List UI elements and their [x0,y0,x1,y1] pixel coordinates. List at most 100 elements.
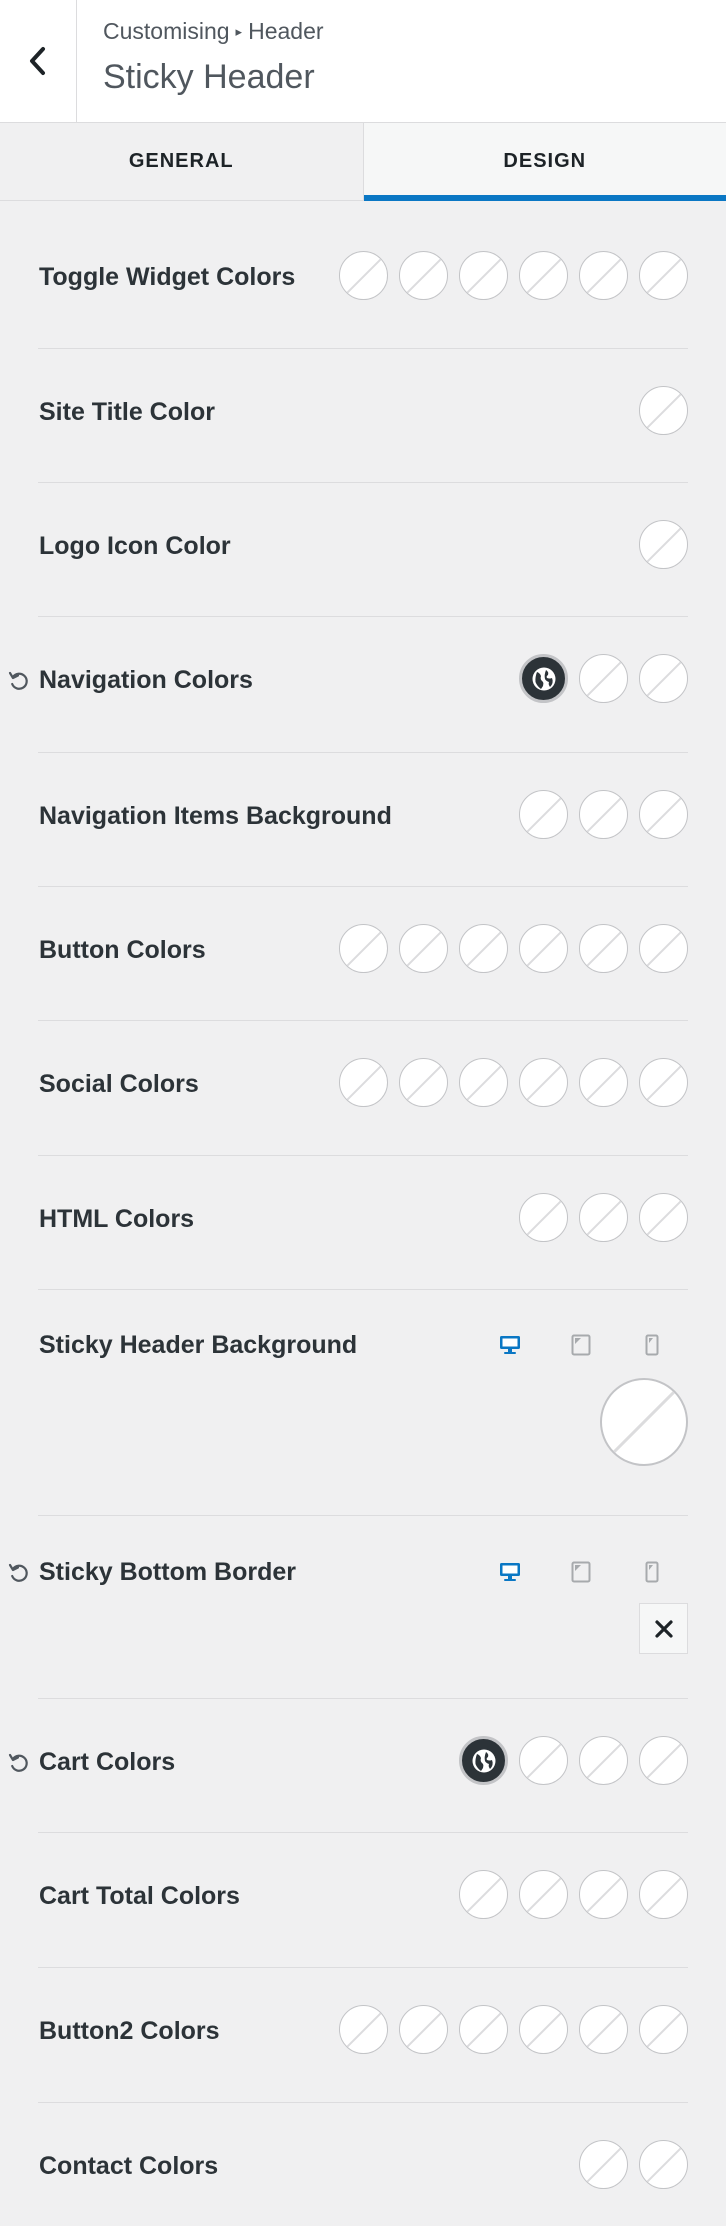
undo-icon [8,1563,28,1582]
color-swatch[interactable] [339,1058,388,1107]
color-swatch[interactable] [459,1058,508,1107]
swatch-group [339,2005,688,2054]
tab-general[interactable]: GENERAL [0,123,364,200]
color-swatch[interactable] [579,654,628,703]
device-switcher [498,1333,664,1357]
undo-icon [8,1753,28,1772]
page-title: Sticky Header [103,58,315,96]
color-swatch[interactable] [459,2005,508,2054]
swatch-group [639,520,688,569]
color-swatch[interactable] [579,251,628,300]
color-swatch[interactable] [579,1193,628,1242]
color-swatch[interactable] [639,386,688,435]
setting-row-contact-colors: Contact Colors [38,2103,688,2226]
color-swatch[interactable] [639,654,688,703]
color-swatch[interactable] [639,1870,688,1919]
breadcrumb-separator: ▸ [235,24,243,39]
swatch-group [639,386,688,435]
desktop-device-button[interactable] [498,1560,522,1584]
setting-label: Button2 Colors [39,2017,220,2045]
color-swatch[interactable] [519,251,568,300]
color-swatch[interactable] [639,520,688,569]
back-button[interactable] [0,0,77,122]
customizer-header: Customising ▸ Header Sticky Header [0,0,726,123]
setting-row-sticky-header-background: Sticky Header Background [38,1290,688,1516]
tablet-icon [571,1561,591,1583]
swatch-group [519,790,688,839]
tablet-device-button[interactable] [569,1560,593,1584]
color-swatch[interactable] [339,924,388,973]
setting-label: HTML Colors [39,1205,195,1233]
color-swatch[interactable] [399,251,448,300]
color-swatch[interactable] [579,790,628,839]
setting-row-logo-icon-color: Logo Icon Color [38,483,688,617]
color-swatch[interactable] [459,924,508,973]
desktop-icon [500,1563,520,1581]
setting-row-sticky-bottom-border: Sticky Bottom Border [8,1516,688,1699]
setting-label: Navigation Colors [39,666,253,694]
swatch-group [519,1193,688,1242]
setting-row-html-colors: HTML Colors [38,1156,688,1290]
setting-row-toggle-widget-colors: Toggle Widget Colors [38,201,688,349]
reset-button[interactable] [8,1562,30,1584]
color-swatch[interactable] [639,924,688,973]
setting-label: Navigation Items Background [39,802,392,830]
color-swatch[interactable] [459,251,508,300]
mobile-device-button[interactable] [640,1560,664,1584]
tab-bar: GENERAL DESIGN [0,123,726,201]
color-swatch[interactable] [639,2140,688,2189]
tablet-device-button[interactable] [569,1333,593,1357]
color-swatch[interactable] [399,2005,448,2054]
reset-button[interactable] [8,670,30,692]
color-swatch[interactable] [339,251,388,300]
desktop-device-button[interactable] [498,1333,522,1357]
setting-row-navigation-items-background: Navigation Items Background [38,753,688,887]
close-icon [654,1619,673,1638]
color-swatch[interactable] [579,1870,628,1919]
swatch-group [339,924,688,973]
swatch-group [579,2140,688,2189]
color-swatch[interactable] [639,790,688,839]
color-swatch[interactable] [639,1193,688,1242]
color-swatch[interactable] [519,790,568,839]
color-swatch[interactable] [639,251,688,300]
swatch-group [459,1736,688,1785]
color-swatch[interactable] [519,1870,568,1919]
setting-row-social-colors: Social Colors [38,1021,688,1156]
setting-label: Button Colors [39,936,206,964]
reset-button[interactable] [8,1752,30,1774]
color-swatch[interactable] [339,2005,388,2054]
color-swatch[interactable] [519,2005,568,2054]
tablet-icon [571,1334,591,1356]
color-swatch[interactable] [579,2140,628,2189]
color-swatch[interactable] [519,1058,568,1107]
color-swatch[interactable] [639,2005,688,2054]
color-swatch[interactable] [519,1736,568,1785]
global-color-swatch[interactable] [519,654,568,703]
desktop-icon [500,1336,520,1354]
setting-row-navigation-colors: Navigation Colors [8,617,688,753]
color-swatch[interactable] [519,924,568,973]
color-swatch[interactable] [579,924,628,973]
setting-row-site-title-color: Site Title Color [38,349,688,483]
color-swatch[interactable] [579,2005,628,2054]
color-swatch[interactable] [579,1736,628,1785]
color-swatch[interactable] [459,1870,508,1919]
mobile-icon [645,1334,659,1356]
swatch-group [339,251,688,300]
setting-row-cart-colors: Cart Colors [8,1699,688,1833]
mobile-device-button[interactable] [640,1333,664,1357]
color-swatch[interactable] [399,924,448,973]
breadcrumb-root: Customising [103,18,230,44]
color-swatch[interactable] [639,1058,688,1107]
tab-design[interactable]: DESIGN [363,123,726,201]
color-swatch[interactable] [399,1058,448,1107]
color-swatch[interactable] [639,1736,688,1785]
global-color-swatch[interactable] [459,1736,508,1785]
color-swatch[interactable] [519,1193,568,1242]
setting-label: Sticky Bottom Border [39,1558,296,1586]
swatch-group [339,1058,688,1107]
clear-border-button[interactable] [639,1603,688,1654]
color-swatch[interactable] [600,1378,688,1466]
color-swatch[interactable] [579,1058,628,1107]
